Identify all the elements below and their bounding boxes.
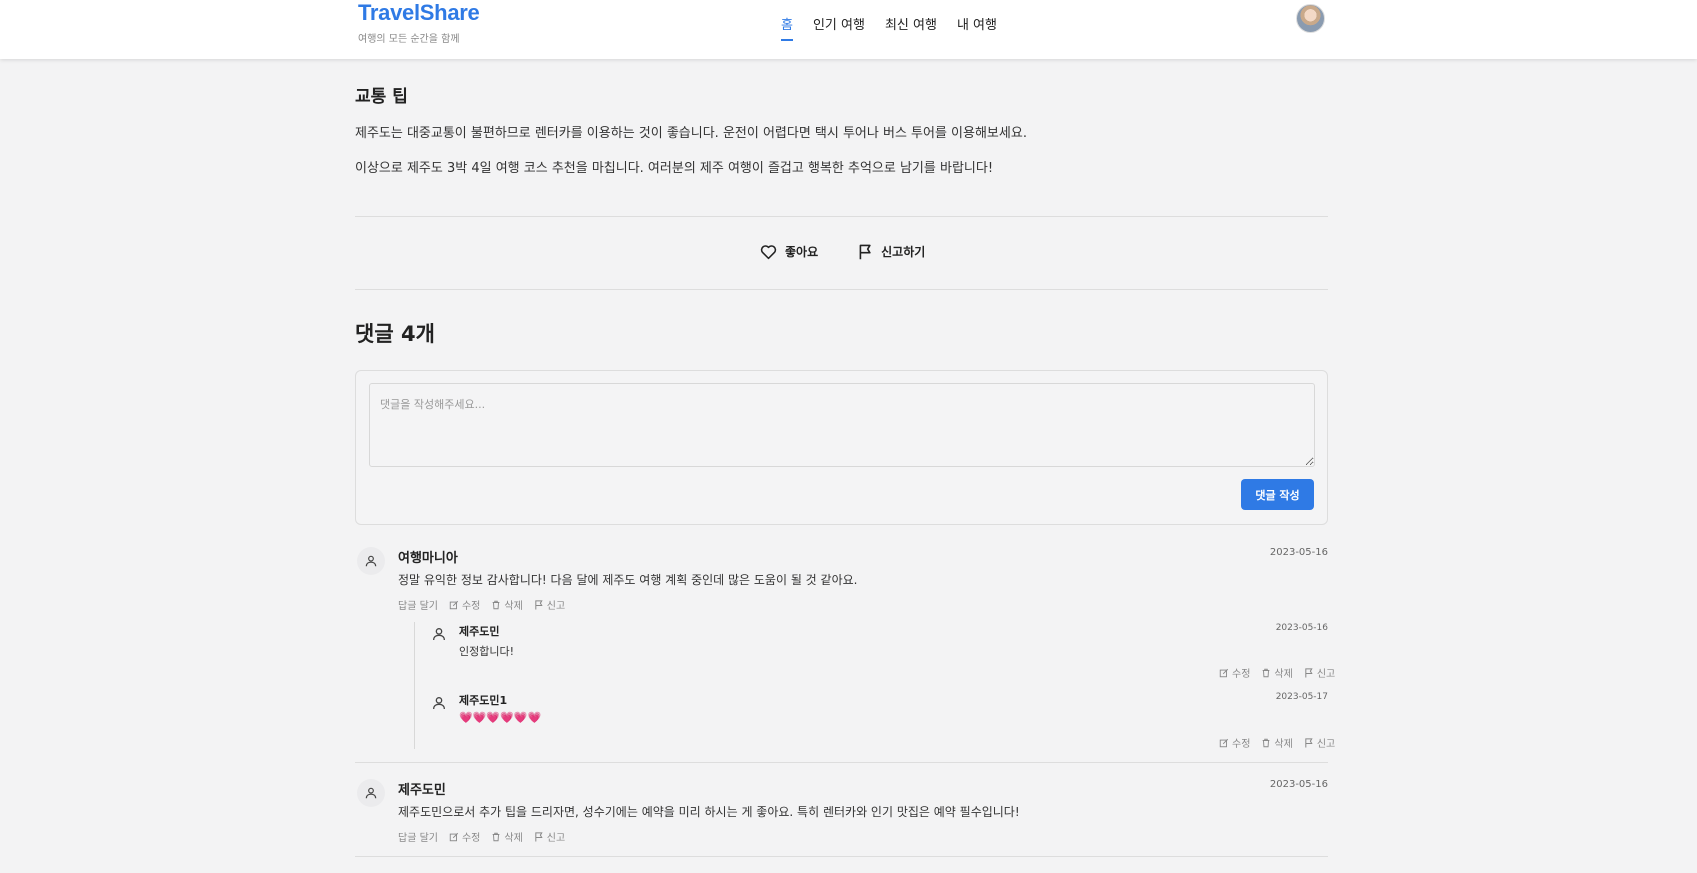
comment-author: 여행마니아 xyxy=(398,551,458,566)
edit-button[interactable]: 수정 xyxy=(1219,735,1250,750)
comment-date: 2023-05-16 xyxy=(1269,779,1328,790)
delete-button[interactable]: 삭제 xyxy=(491,597,523,612)
comment-text: 정말 유익한 정보 감사합니다! 다음 달에 제주도 여행 계획 중인데 많은 … xyxy=(398,573,858,587)
reply-actions: 수정 삭제 신고 xyxy=(1219,735,1335,750)
edit-label: 수정 xyxy=(461,601,481,612)
edit-icon xyxy=(449,832,459,841)
reply-actions: 수정 삭제 신고 xyxy=(1219,665,1335,680)
delete-label: 삭제 xyxy=(1274,669,1293,680)
comment-date: 2023-05-16 xyxy=(1269,547,1328,558)
comment-actions: 답글 달기 수정 삭제 신고 xyxy=(398,597,565,612)
site-tagline: 여행의 모든 순간을 함께 xyxy=(358,34,460,45)
user-avatar[interactable] xyxy=(1296,4,1325,33)
like-button[interactable]: 좋아요 xyxy=(760,243,818,260)
edit-label: 수정 xyxy=(461,833,481,844)
reply-label: 답글 달기 xyxy=(398,833,438,844)
post-actions: 좋아요 신고하기 xyxy=(760,243,925,260)
reply-label: 답글 달기 xyxy=(398,601,438,612)
nav-popular-trips[interactable]: 인기 여행 xyxy=(813,14,865,41)
trash-icon xyxy=(1263,668,1270,677)
trash-icon xyxy=(493,832,500,841)
report-label: 신고 xyxy=(546,601,566,612)
trash-icon xyxy=(493,600,500,609)
comment-form: 댓글 작성 xyxy=(355,370,1328,525)
submit-comment-button[interactable]: 댓글 작성 xyxy=(1241,479,1314,510)
post-paragraph: 이상으로 제주도 3박 4일 여행 코스 추천을 마칩니다. 여러분의 제주 여… xyxy=(355,161,994,176)
flag-icon xyxy=(535,831,543,842)
comments-title: 댓글 4개 xyxy=(355,322,435,346)
flag-icon xyxy=(535,599,543,610)
user-icon xyxy=(357,547,385,575)
edit-button[interactable]: 수정 xyxy=(449,597,480,612)
site-logo[interactable]: TravelShare xyxy=(358,0,480,26)
section-title: 교통 팁 xyxy=(355,87,408,107)
flag-icon xyxy=(1305,737,1313,748)
main-nav: 홈 인기 여행 최신 여행 내 여행 xyxy=(781,14,997,41)
nav-my-trips[interactable]: 내 여행 xyxy=(957,14,997,41)
divider xyxy=(355,289,1328,290)
divider xyxy=(355,856,1328,857)
like-label: 좋아요 xyxy=(785,245,819,259)
report-post-button[interactable]: 신고하기 xyxy=(858,243,925,260)
comment-author: 제주도민 xyxy=(398,783,446,798)
delete-label: 삭제 xyxy=(1274,739,1293,750)
edit-button[interactable]: 수정 xyxy=(449,829,480,844)
edit-icon xyxy=(1219,738,1229,747)
edit-label: 수정 xyxy=(1232,739,1251,750)
reply-date: 2023-05-16 xyxy=(1275,623,1328,633)
flag-icon xyxy=(1305,667,1313,678)
report-button[interactable]: 신고 xyxy=(534,597,565,612)
user-icon xyxy=(433,697,445,710)
user-icon xyxy=(357,779,385,807)
reply-text: 💗💗💗💗💗💗 xyxy=(459,711,542,724)
report-button[interactable]: 신고 xyxy=(1304,665,1335,680)
comment-input[interactable] xyxy=(369,383,1315,467)
edit-label: 수정 xyxy=(1232,669,1251,680)
divider xyxy=(355,216,1328,217)
comment-text: 제주도민으로서 추가 팁을 드리자면, 성수기에는 예약을 미리 하시는 게 좋… xyxy=(398,805,1020,819)
delete-button[interactable]: 삭제 xyxy=(1261,735,1293,750)
delete-label: 삭제 xyxy=(504,833,523,844)
user-icon xyxy=(433,628,445,641)
heart-icon xyxy=(760,244,777,259)
report-label: 신고 xyxy=(546,833,566,844)
flag-icon xyxy=(859,244,871,259)
report-button[interactable]: 신고 xyxy=(1304,735,1335,750)
reply-thread-line xyxy=(414,622,415,749)
reply-text: 인정합니다! xyxy=(459,645,515,658)
top-header: TravelShare 여행의 모든 순간을 함께 홈 인기 여행 최신 여행 … xyxy=(0,0,1697,59)
trash-icon xyxy=(1263,738,1270,747)
delete-button[interactable]: 삭제 xyxy=(1261,665,1293,680)
edit-icon xyxy=(1219,668,1229,677)
reply-date: 2023-05-17 xyxy=(1275,692,1328,702)
comment-actions: 답글 달기 수정 삭제 신고 xyxy=(398,829,565,844)
reply-author: 제주도민 xyxy=(459,625,500,638)
reply-button[interactable]: 답글 달기 xyxy=(398,597,438,612)
divider xyxy=(355,762,1328,763)
report-label: 신고 xyxy=(1316,739,1336,750)
report-label: 신고 xyxy=(1316,669,1336,680)
nav-home[interactable]: 홈 xyxy=(781,14,793,41)
report-button[interactable]: 신고 xyxy=(534,829,565,844)
reply-author: 제주도민1 xyxy=(459,694,508,707)
delete-label: 삭제 xyxy=(504,601,523,612)
nav-latest-trips[interactable]: 최신 여행 xyxy=(885,14,937,41)
post-paragraph: 제주도는 대중교통이 불편하므로 렌터카를 이용하는 것이 좋습니다. 운전이 … xyxy=(355,126,1027,141)
edit-icon xyxy=(449,600,459,609)
delete-button[interactable]: 삭제 xyxy=(491,829,523,844)
edit-button[interactable]: 수정 xyxy=(1219,665,1250,680)
reply-button[interactable]: 답글 달기 xyxy=(398,829,438,844)
report-label: 신고하기 xyxy=(881,245,926,259)
